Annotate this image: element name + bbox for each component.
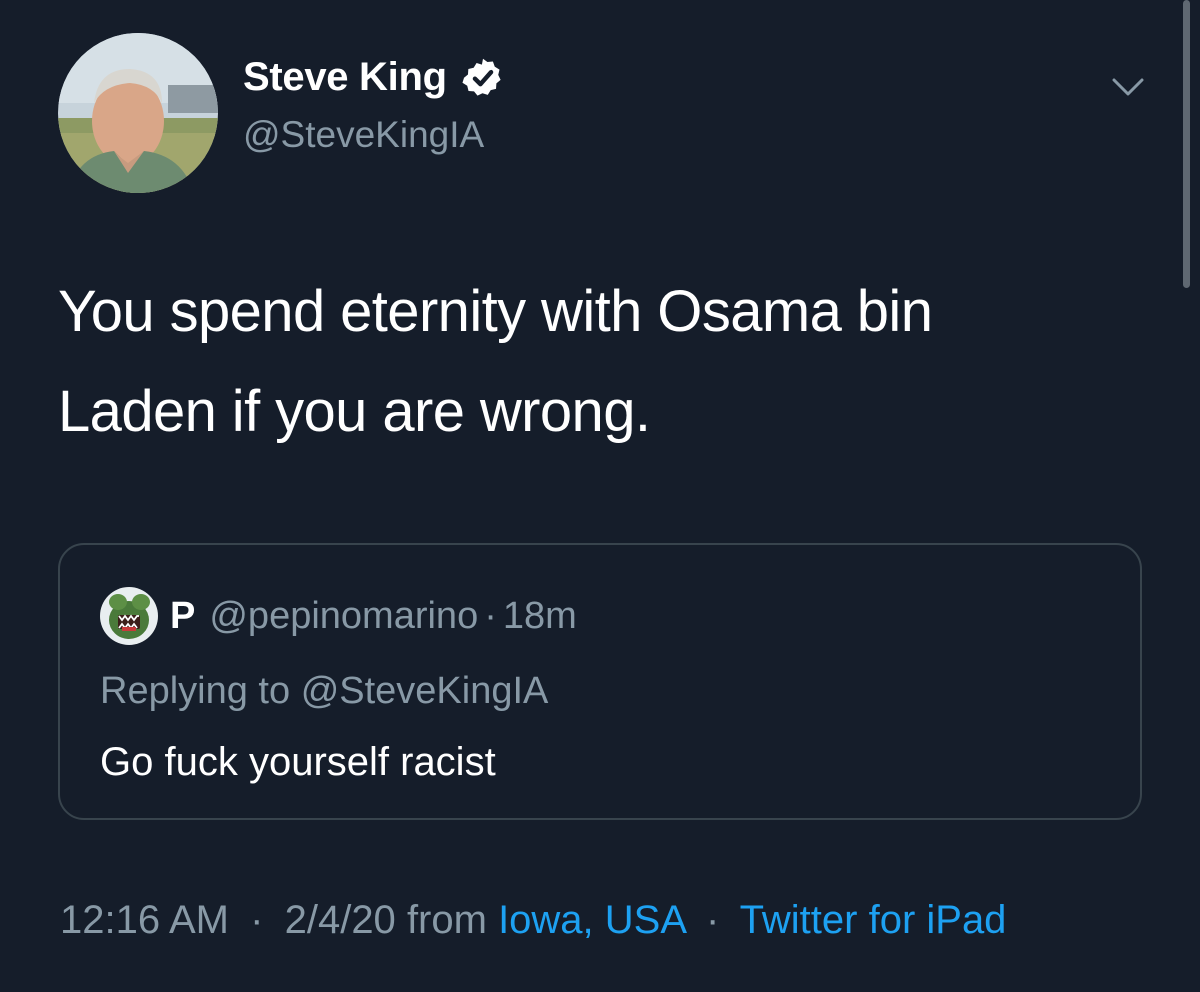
from-label: from xyxy=(406,898,487,942)
author-name[interactable]: Steve King xyxy=(243,55,447,100)
separator-dot: · xyxy=(705,898,720,942)
tweet-text-line: You spend eternity with Osama bin xyxy=(58,279,933,344)
quoted-tweet-card[interactable]: P @pepinomarino · 18m Replying to @Steve… xyxy=(58,543,1142,820)
separator-dot: · xyxy=(250,898,264,942)
chevron-down-icon[interactable] xyxy=(1110,72,1146,102)
replying-to-mention[interactable]: @SteveKingIA xyxy=(301,670,549,712)
scrollbar[interactable] xyxy=(1183,0,1190,288)
author-avatar[interactable] xyxy=(58,33,218,193)
quoted-author-name[interactable]: P xyxy=(170,595,195,638)
author-avatar-image xyxy=(58,33,218,193)
client-link[interactable]: Twitter for iPad xyxy=(740,898,1007,942)
location-link[interactable]: Iowa, USA xyxy=(498,898,685,942)
author-name-row[interactable]: Steve King xyxy=(243,55,505,100)
tweet-date[interactable]: 2/4/20 xyxy=(285,898,396,942)
replying-to-prefix: Replying to xyxy=(100,670,291,712)
quoted-tweet-header: P @pepinomarino · 18m xyxy=(100,587,577,645)
verified-badge-icon xyxy=(462,58,501,96)
quoted-tweet-text: Go fuck yourself racist xyxy=(100,740,496,784)
separator-dot: · xyxy=(484,594,497,637)
tweet-text: You spend eternity with Osama bin Laden … xyxy=(58,262,1118,462)
quoted-author-avatar[interactable] xyxy=(100,587,158,645)
tweet-meta: 12:16 AM · 2/4/20 from Iowa, USA · Twitt… xyxy=(60,898,1006,943)
quoted-replying-to: Replying to @SteveKingIA xyxy=(100,670,548,713)
quoted-author-avatar-image xyxy=(100,587,158,645)
author-handle[interactable]: @SteveKingIA xyxy=(243,114,484,156)
tweet-time[interactable]: 12:16 AM xyxy=(60,898,229,942)
quoted-author-handle[interactable]: @pepinomarino xyxy=(209,595,478,638)
tweet-detail-screen: Steve King @SteveKingIA You spend eterni… xyxy=(0,0,1200,992)
quoted-tweet-time: 18m xyxy=(502,594,577,637)
tweet-text-line: Laden if you are wrong. xyxy=(58,379,651,444)
